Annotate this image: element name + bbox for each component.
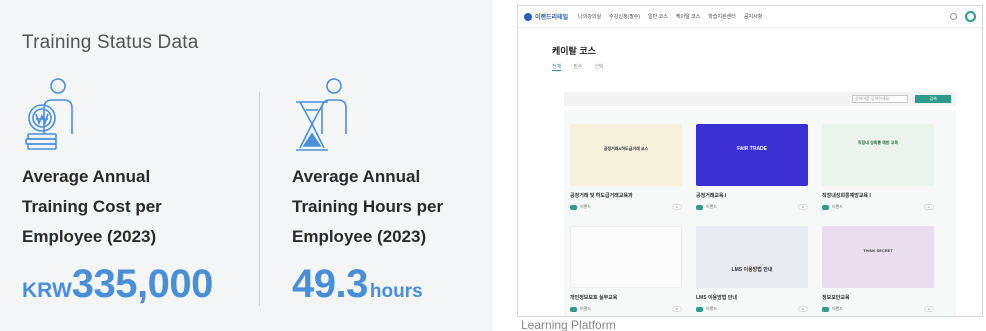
course-author: 이랜드 — [580, 306, 592, 311]
search-bar: 검색어를 입력하세요 검색 — [564, 92, 956, 106]
course-title: 정보보안교육 — [822, 295, 850, 301]
course-title: 직장내성희롱예방교육 I — [822, 193, 871, 199]
stat-divider — [259, 92, 260, 306]
nav-item[interactable]: 나의강의실 — [578, 13, 601, 20]
hours-value: 49.3 hours — [292, 262, 522, 307]
nav-links: 나의강의실 수강신청(필수) 일반 코스 케이탈 코스 학습지원센터 공지사항 — [578, 13, 762, 20]
cost-value: KRW335,000 — [22, 262, 252, 307]
course-card[interactable]: 직장내 성희롱 예방 교육 직장내성희롱예방교육 I 이랜드 1 — [822, 124, 934, 210]
training-stats-panel: Training Status Data Average Annual Trai… — [0, 0, 493, 331]
course-count: 2 — [798, 204, 808, 210]
course-title: LMS 이용방법 안내 — [696, 295, 737, 301]
hours-label-line: Average Annual — [292, 167, 421, 186]
course-meta: 이랜드 1 — [570, 204, 682, 210]
course-meta: 이랜드 2 — [822, 306, 934, 312]
user-avatar-icon[interactable] — [965, 11, 976, 22]
course-thumbnail: FAIR TRADE — [696, 124, 808, 186]
site-logo[interactable]: 이랜드리테일 — [524, 12, 568, 21]
logo-text: 이랜드리테일 — [535, 15, 569, 21]
author-icon — [696, 204, 703, 210]
course-author: 이랜드 — [832, 204, 844, 209]
course-author: 이랜드 — [832, 306, 844, 311]
course-count: 0 — [672, 306, 682, 312]
course-thumbnail: 공정거래&하도급거래 코스 — [570, 124, 682, 186]
cost-label-line: Employee (2023) — [22, 227, 157, 246]
course-meta: 이랜드 1 — [696, 306, 808, 312]
person-hourglass-icon — [296, 78, 347, 151]
course-author: 이랜드 — [706, 306, 718, 311]
cost-label-line: Average Annual — [22, 167, 151, 186]
logo-mark-icon — [524, 12, 532, 21]
course-meta: 이랜드 1 — [822, 204, 934, 210]
stats-title: Training Status Data — [22, 32, 199, 53]
hours-label: Average Annual Training Hours per Employ… — [292, 162, 522, 252]
course-count: 1 — [798, 306, 808, 312]
search-button[interactable]: 검색 — [915, 95, 951, 103]
course-author: 이랜드 — [706, 204, 718, 209]
cost-currency: KRW — [22, 279, 72, 302]
person-coin-icon — [25, 78, 73, 150]
tab-optional[interactable]: 선택 — [594, 63, 603, 71]
cost-stat: Average Annual Training Cost per Employe… — [22, 74, 252, 307]
nav-item[interactable]: 일반 코스 — [648, 13, 668, 20]
course-card[interactable]: LMS 이용방법 안내 LMS 이용방법 안내 이랜드 1 — [696, 226, 808, 312]
course-grid: 공정거래&하도급거래 코스 공정거래 및 하도급거래교육과 이랜드 1 FAIR… — [564, 110, 956, 316]
author-icon — [822, 204, 829, 210]
cost-number: 335,000 — [71, 262, 214, 306]
author-icon — [696, 306, 703, 312]
tab-required[interactable]: 필수 — [573, 63, 582, 71]
search-icon[interactable] — [950, 13, 957, 20]
course-meta: 이랜드 0 — [570, 306, 682, 312]
hours-number: 49.3 — [292, 262, 368, 306]
course-thumbnail: LMS 이용방법 안내 — [696, 226, 808, 288]
author-icon — [822, 306, 829, 312]
course-tabs: 전체 필수 선택 — [552, 63, 604, 71]
course-count: 1 — [672, 204, 682, 210]
course-card[interactable]: 공정거래&하도급거래 코스 공정거래 및 하도급거래교육과 이랜드 1 — [570, 124, 682, 210]
thumbnail-text: FAIR TRADE — [737, 146, 767, 152]
course-count: 1 — [924, 204, 934, 210]
cost-label: Average Annual Training Cost per Employe… — [22, 162, 252, 252]
tab-all[interactable]: 전체 — [552, 63, 562, 71]
nav-item[interactable]: 케이탈 코스 — [676, 13, 700, 20]
screenshot-caption: Learning Platform — [521, 318, 616, 331]
course-title: 개인정보보호 실무교육 — [570, 295, 618, 301]
author-icon — [570, 204, 577, 210]
course-card[interactable]: THINK SECRET 정보보안교육 이랜드 2 — [822, 226, 934, 312]
thumbnail-text: THINK SECRET — [863, 248, 893, 253]
hours-stat: Average Annual Training Hours per Employ… — [292, 74, 522, 307]
search-input[interactable]: 검색어를 입력하세요 — [852, 95, 908, 103]
nav-item[interactable]: 수강신청(필수) — [609, 13, 640, 20]
nav-item[interactable]: 학습지원센터 — [708, 13, 736, 20]
course-title: 공정거래교육 I — [696, 193, 727, 199]
course-author: 이랜드 — [580, 204, 592, 209]
top-navigation: 이랜드리테일 나의강의실 수강신청(필수) 일반 코스 케이탈 코스 학습지원센… — [518, 6, 982, 28]
course-card[interactable]: 개인정보보호 실무교육 이랜드 0 — [570, 226, 682, 312]
nav-right — [950, 11, 976, 22]
course-thumbnail: 직장내 성희롱 예방 교육 — [822, 124, 934, 186]
course-count: 2 — [924, 306, 934, 312]
course-thumbnail — [570, 226, 682, 288]
hours-label-line: Training Hours per — [292, 197, 444, 216]
course-title: 공정거래 및 하도급거래교육과 — [570, 193, 633, 199]
course-meta: 이랜드 2 — [696, 204, 808, 210]
page-title: 케이탈 코스 — [552, 46, 596, 56]
cost-label-line: Training Cost per — [22, 197, 162, 216]
thumbnail-text: 직장내 성희롱 예방 교육 — [857, 140, 899, 145]
thumbnail-text: LMS 이용방법 안내 — [731, 267, 773, 273]
hours-label-line: Employee (2023) — [292, 227, 427, 246]
course-thumbnail: THINK SECRET — [822, 226, 934, 288]
thumbnail-text: 공정거래&하도급거래 코스 — [603, 146, 649, 151]
author-icon — [570, 306, 577, 312]
nav-item[interactable]: 공지사항 — [744, 13, 762, 20]
hours-unit: hours — [369, 281, 423, 302]
learning-platform-screenshot: 이랜드리테일 나의강의실 수강신청(필수) 일반 코스 케이탈 코스 학습지원센… — [517, 5, 983, 317]
course-card[interactable]: FAIR TRADE 공정거래교육 I 이랜드 2 — [696, 124, 808, 210]
